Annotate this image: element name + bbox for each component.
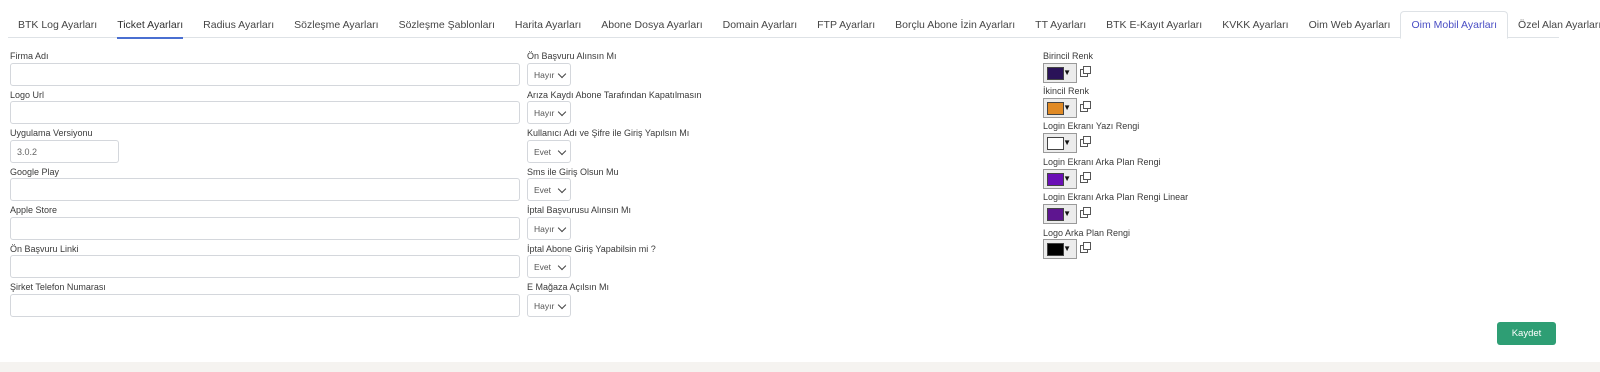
- iptal-basvurusu-select[interactable]: Hayır: [527, 217, 571, 240]
- logo-url-label: Logo Url: [10, 90, 45, 100]
- chevron-down-icon: [557, 223, 567, 233]
- dropdown-arrow-icon: ▼: [1063, 244, 1071, 253]
- sirket-telefon-input[interactable]: [10, 294, 520, 317]
- e-magaza-select[interactable]: Hayır: [527, 294, 571, 317]
- chevron-down-icon: [557, 69, 567, 79]
- google-play-label: Google Play: [10, 167, 60, 177]
- dropdown-arrow-icon: ▼: [1063, 103, 1071, 112]
- color-swatch: [1047, 243, 1064, 256]
- google-play-input[interactable]: [10, 178, 520, 201]
- uygulama-versiyonu-input[interactable]: [10, 140, 119, 163]
- settings-tabs: BTK Log Ayarları Ticket Ayarları Radius …: [8, 11, 1600, 39]
- tab-oim-mobil[interactable]: Oim Mobil Ayarları: [1400, 11, 1509, 39]
- color-swatch: [1047, 102, 1064, 115]
- tab-ticket[interactable]: Ticket Ayarları: [107, 11, 193, 39]
- copy-icon[interactable]: [1080, 136, 1091, 147]
- login-arka-plan-linear-picker[interactable]: ▼: [1043, 204, 1077, 224]
- sms-giris-select[interactable]: Evet: [527, 178, 571, 201]
- tab-radius[interactable]: Radius Ayarları: [193, 11, 284, 38]
- apple-store-label: Apple Store: [10, 205, 58, 215]
- chevron-down-icon: [557, 146, 567, 156]
- firma-adi-input[interactable]: [10, 63, 520, 86]
- select-value: Hayır: [534, 69, 555, 80]
- sirket-telefon-label: Şirket Telefon Numarası: [10, 282, 106, 292]
- settings-card: BTK Log Ayarları Ticket Ayarları Radius …: [0, 0, 1600, 362]
- tab-borclu-abone[interactable]: Borçlu Abone İzin Ayarları: [885, 11, 1025, 38]
- select-value: Hayır: [534, 300, 555, 311]
- select-value: Hayır: [534, 223, 555, 234]
- dropdown-arrow-icon: ▼: [1063, 209, 1071, 218]
- copy-icon[interactable]: [1080, 101, 1091, 112]
- uygulama-versiyonu-label: Uygulama Versiyonu: [10, 128, 93, 138]
- on-basvuru-linki-input[interactable]: [10, 255, 520, 278]
- iptal-abone-giris-label: İptal Abone Giriş Yapabilsin mi ?: [527, 244, 656, 254]
- dropdown-arrow-icon: ▼: [1063, 68, 1071, 77]
- e-magaza-label: E Mağaza Açılsın Mı: [527, 282, 610, 292]
- select-value: Hayır: [534, 107, 555, 118]
- login-arka-plan-label: Login Ekranı Arka Plan Rengi: [1043, 157, 1161, 167]
- chevron-down-icon: [557, 184, 567, 194]
- color-swatch: [1047, 137, 1064, 150]
- logo-arka-plan-label: Logo Arka Plan Rengi: [1043, 228, 1131, 238]
- tab-domain[interactable]: Domain Ayarları: [713, 11, 808, 38]
- kullanici-adi-giris-select[interactable]: Evet: [527, 140, 571, 163]
- select-value: Evet: [534, 184, 552, 195]
- login-arka-plan-picker[interactable]: ▼: [1043, 169, 1077, 189]
- ariza-kaydi-label: Arıza Kaydı Abone Tarafından Kapatılması…: [527, 90, 702, 100]
- on-basvuru-linki-label: Ön Başvuru Linki: [10, 244, 79, 254]
- login-arka-plan-linear-label: Login Ekranı Arka Plan Rengi Linear: [1043, 192, 1189, 202]
- kullanici-adi-giris-label: Kullanıcı Adı ve Şifre ile Giriş Yapılsı…: [527, 128, 690, 138]
- tab-kvkk[interactable]: KVKK Ayarları: [1212, 11, 1298, 38]
- sms-giris-label: Sms ile Giriş Olsun Mu: [527, 167, 619, 177]
- login-yazi-rengi-label: Login Ekranı Yazı Rengi: [1043, 121, 1140, 131]
- firma-adi-label: Firma Adı: [10, 51, 49, 61]
- logo-url-input[interactable]: [10, 101, 520, 124]
- color-swatch: [1047, 208, 1064, 221]
- birincil-renk-label: Birincil Renk: [1043, 51, 1094, 61]
- ikincil-renk-picker[interactable]: ▼: [1043, 98, 1077, 118]
- select-value: Evet: [534, 261, 552, 272]
- iptal-basvurusu-label: İptal Başvurusu Alınsın Mı: [527, 205, 632, 215]
- ikincil-renk-label: İkincil Renk: [1043, 86, 1090, 96]
- tab-sozlesme[interactable]: Sözleşme Ayarları: [284, 11, 388, 38]
- copy-icon[interactable]: [1080, 207, 1091, 218]
- tab-harita[interactable]: Harita Ayarları: [505, 11, 591, 38]
- birincil-renk-picker[interactable]: ▼: [1043, 63, 1077, 83]
- ariza-kaydi-select[interactable]: Hayır: [527, 101, 571, 124]
- on-basvuru-alinsin-select[interactable]: Hayır: [527, 63, 571, 86]
- chevron-down-icon: [557, 107, 567, 117]
- chevron-down-icon: [557, 261, 567, 271]
- save-button[interactable]: Kaydet: [1497, 322, 1556, 345]
- tab-tt[interactable]: TT Ayarları: [1025, 11, 1096, 38]
- color-swatch: [1047, 67, 1064, 80]
- color-swatch: [1047, 173, 1064, 186]
- login-yazi-rengi-picker[interactable]: ▼: [1043, 133, 1077, 153]
- tab-abone-dosya[interactable]: Abone Dosya Ayarları: [591, 11, 712, 38]
- copy-icon[interactable]: [1080, 242, 1091, 253]
- copy-icon[interactable]: [1080, 172, 1091, 183]
- copy-icon[interactable]: [1080, 66, 1091, 77]
- tab-btk-log[interactable]: BTK Log Ayarları: [8, 11, 107, 38]
- on-basvuru-alinsin-label: Ön Başvuru Alınsın Mı: [527, 51, 617, 61]
- tab-btk-ekayit[interactable]: BTK E-Kayıt Ayarları: [1096, 11, 1212, 38]
- tab-sozlesme-sablonlari[interactable]: Sözleşme Şablonları: [389, 11, 505, 38]
- chevron-down-icon: [557, 300, 567, 310]
- tab-ftp[interactable]: FTP Ayarları: [807, 11, 885, 38]
- tab-oim-web[interactable]: Oim Web Ayarları: [1299, 11, 1401, 38]
- iptal-abone-giris-select[interactable]: Evet: [527, 255, 571, 278]
- logo-arka-plan-picker[interactable]: ▼: [1043, 239, 1077, 259]
- dropdown-arrow-icon: ▼: [1063, 174, 1071, 183]
- dropdown-arrow-icon: ▼: [1063, 138, 1071, 147]
- select-value: Evet: [534, 146, 552, 157]
- apple-store-input[interactable]: [10, 217, 520, 240]
- tab-ozel-alan[interactable]: Özel Alan Ayarları: [1508, 11, 1600, 38]
